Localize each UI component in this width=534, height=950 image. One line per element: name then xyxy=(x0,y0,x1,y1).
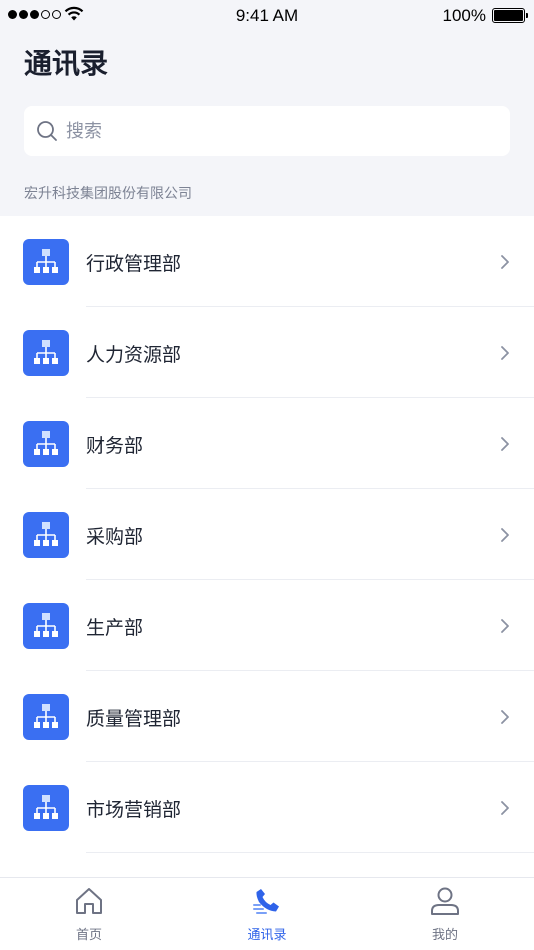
department-label: 行政管理部 xyxy=(86,253,182,275)
tab-home[interactable]: 首页 xyxy=(0,878,178,950)
chevron-right-icon xyxy=(498,617,512,635)
company-name: 宏升科技集团股份有限公司 xyxy=(24,186,192,202)
department-item[interactable]: 采购部 xyxy=(0,489,534,580)
user-icon xyxy=(431,887,459,915)
department-item[interactable]: 人力资源部 xyxy=(0,307,534,398)
page-title: 通讯录 xyxy=(24,47,109,80)
org-chart-icon xyxy=(23,694,69,740)
org-chart-icon xyxy=(23,785,69,831)
chevron-right-icon xyxy=(498,344,512,362)
phone-icon xyxy=(253,889,279,914)
department-item[interactable]: 质量管理部 xyxy=(0,671,534,762)
chevron-right-icon xyxy=(498,253,512,271)
status-bar: 9:41 AM 100% xyxy=(0,0,534,32)
department-item[interactable]: 市场营销部 xyxy=(0,762,534,853)
tab-profile[interactable]: 我的 xyxy=(356,878,534,950)
chevron-right-icon xyxy=(498,435,512,453)
chevron-right-icon xyxy=(498,526,512,544)
org-chart-icon xyxy=(23,239,69,285)
battery-percentage: 100% xyxy=(442,6,486,25)
org-chart-icon xyxy=(23,330,69,376)
battery-icon xyxy=(492,8,528,23)
chevron-right-icon xyxy=(498,799,512,817)
department-label: 人力资源部 xyxy=(86,344,182,366)
department-item[interactable]: 生产部 xyxy=(0,580,534,671)
divider xyxy=(86,852,534,853)
department-label: 市场营销部 xyxy=(86,799,182,821)
department-label: 采购部 xyxy=(86,526,144,548)
tab-profile-label: 我的 xyxy=(431,928,458,943)
search-icon xyxy=(37,121,57,141)
tab-home-label: 首页 xyxy=(75,928,102,943)
home-icon xyxy=(76,888,102,914)
department-label: 质量管理部 xyxy=(86,708,182,730)
department-item[interactable]: 财务部 xyxy=(0,398,534,489)
tab-bar: 首页 通讯录 我的 xyxy=(0,877,534,950)
department-label: 财务部 xyxy=(86,435,144,457)
org-chart-icon xyxy=(23,512,69,558)
search-input[interactable] xyxy=(66,106,496,156)
org-chart-icon xyxy=(23,421,69,467)
search-bar[interactable] xyxy=(24,106,510,156)
tab-contacts[interactable]: 通讯录 xyxy=(178,878,356,950)
chevron-right-icon xyxy=(498,708,512,726)
tab-contacts-label: 通讯录 xyxy=(247,928,287,943)
department-item[interactable]: 行政管理部 xyxy=(0,216,534,307)
org-chart-icon xyxy=(23,603,69,649)
department-list: 行政管理部人力资源部财务部采购部生产部质量管理部市场营销部 xyxy=(0,216,534,853)
department-label: 生产部 xyxy=(86,617,144,639)
